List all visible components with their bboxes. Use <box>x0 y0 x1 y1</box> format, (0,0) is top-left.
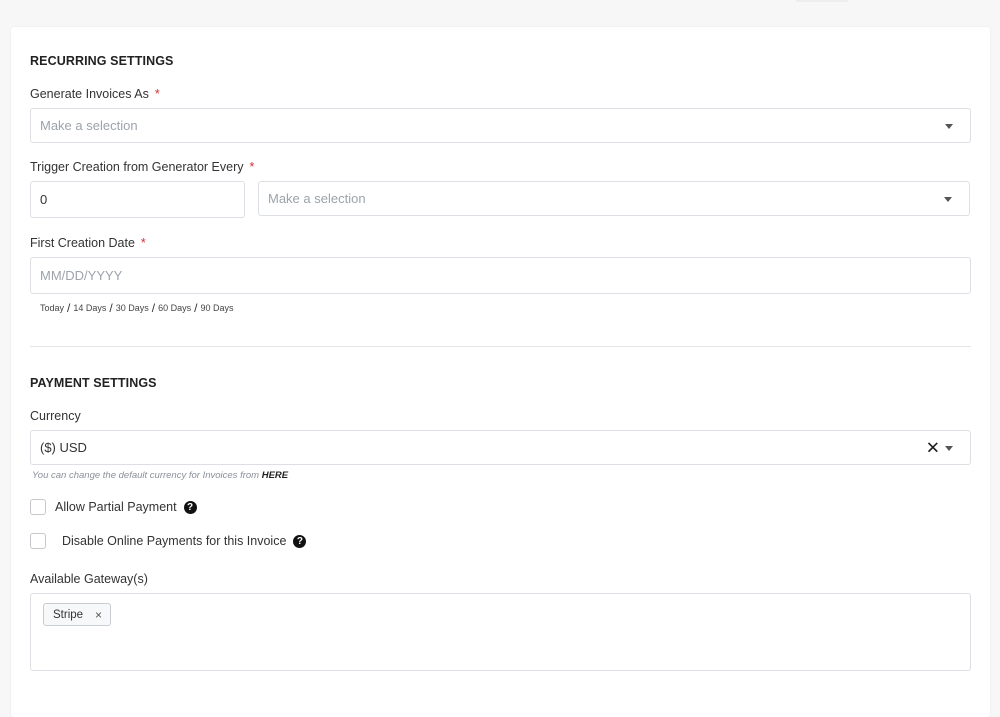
generate-invoices-select[interactable]: Make a selection <box>30 108 971 143</box>
first-creation-date-label-text: First Creation Date <box>30 236 135 250</box>
gateway-tag-label: Stripe <box>53 608 84 621</box>
available-gateways-multiselect[interactable]: Stripe × <box>30 593 971 671</box>
currency-hint-text: You can change the default currency for … <box>32 470 260 481</box>
quick-date-separator: / <box>194 301 198 315</box>
generate-invoices-label: Generate Invoices As * <box>30 87 160 101</box>
required-marker: * <box>140 236 146 250</box>
top-edge-decoration <box>796 0 848 2</box>
section-divider <box>30 346 971 347</box>
disable-online-payments-row: Disable Online Payments for this Invoice… <box>30 533 307 549</box>
required-marker: * <box>249 160 255 174</box>
allow-partial-payment-row: Allow Partial Payment ? <box>30 499 197 515</box>
quick-date-separator: / <box>151 301 156 315</box>
chevron-down-icon <box>945 123 953 129</box>
remove-tag-icon[interactable]: × <box>95 608 102 622</box>
required-marker: * <box>154 87 160 101</box>
trigger-interval-value: 0 <box>40 192 48 207</box>
currency-value: ($) USD <box>40 440 87 455</box>
settings-card: RECURRING SETTINGS Generate Invoices As *… <box>11 27 990 717</box>
quick-date-90-days[interactable]: 90 Days <box>201 303 234 313</box>
quick-date-today[interactable]: Today <box>40 303 64 313</box>
first-creation-date-label: First Creation Date * <box>30 236 146 250</box>
chevron-down-icon <box>945 445 953 451</box>
quick-date-separator: / <box>67 301 71 315</box>
recurring-settings-title: RECURRING SETTINGS <box>30 54 174 68</box>
available-gateways-label: Available Gateway(s) <box>30 572 148 586</box>
quick-date-separator: / <box>109 301 113 315</box>
currency-label: Currency <box>30 409 81 423</box>
disable-online-payments-checkbox[interactable] <box>30 533 46 549</box>
trigger-interval-input[interactable]: 0 <box>30 181 245 218</box>
quick-date-links: Today / 14 Days / 30 Days / 60 Days / 90… <box>40 301 234 315</box>
currency-hint-link[interactable]: HERE <box>262 470 288 481</box>
currency-select[interactable]: ($) USD ✕ <box>30 430 971 465</box>
trigger-unit-placeholder: Make a selection <box>268 191 366 206</box>
clear-icon[interactable]: ✕ <box>926 439 940 456</box>
quick-date-30-days[interactable]: 30 Days <box>116 303 149 313</box>
generate-invoices-label-text: Generate Invoices As <box>30 87 149 101</box>
generate-invoices-placeholder: Make a selection <box>40 118 138 133</box>
help-icon[interactable]: ? <box>183 500 197 514</box>
chevron-down-icon <box>944 196 952 202</box>
help-icon[interactable]: ? <box>293 534 307 548</box>
payment-settings-title: PAYMENT SETTINGS <box>30 376 157 390</box>
gateway-tag-stripe: Stripe × <box>43 603 112 626</box>
currency-hint: You can change the default currency for … <box>32 470 288 481</box>
trigger-creation-label: Trigger Creation from Generator Every * <box>30 160 254 174</box>
trigger-creation-label-text: Trigger Creation from Generator Every <box>30 160 244 174</box>
allow-partial-payment-label[interactable]: Allow Partial Payment <box>55 500 177 514</box>
trigger-unit-select[interactable]: Make a selection <box>258 181 970 216</box>
disable-online-payments-label[interactable]: Disable Online Payments for this Invoice <box>62 534 286 548</box>
quick-date-60-days[interactable]: 60 Days <box>158 303 191 313</box>
first-creation-date-placeholder: MM/DD/YYYY <box>40 268 123 283</box>
allow-partial-payment-checkbox[interactable] <box>30 499 46 515</box>
quick-date-14-days[interactable]: 14 Days <box>73 303 106 313</box>
first-creation-date-input[interactable]: MM/DD/YYYY <box>30 257 971 294</box>
